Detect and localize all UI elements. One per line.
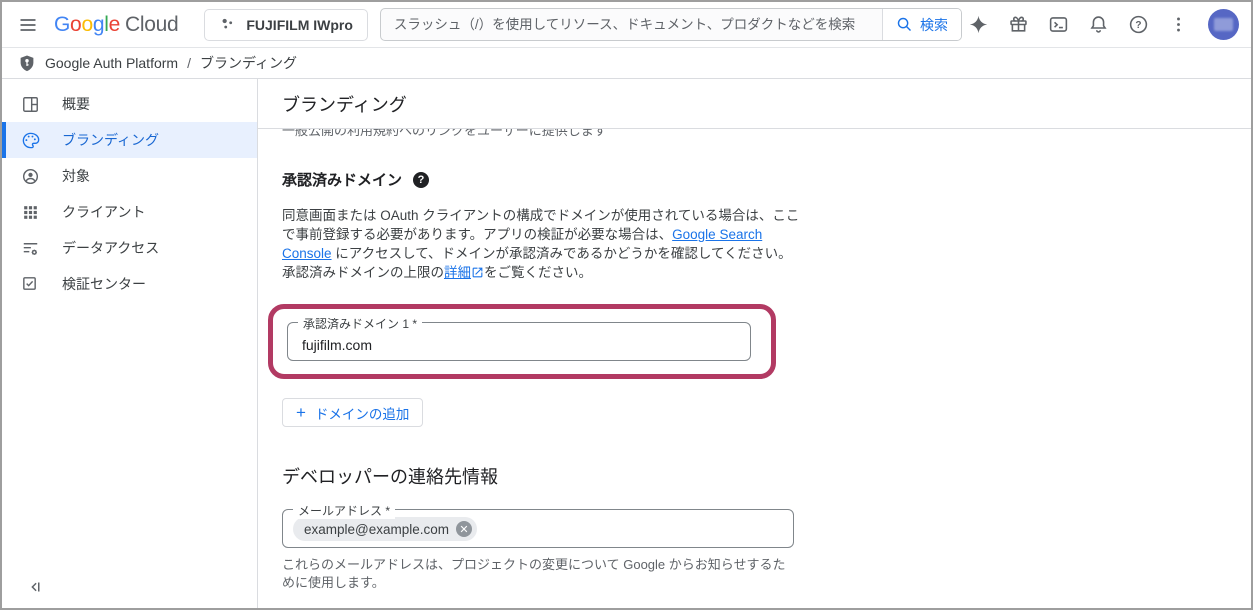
sidebar-item-overview[interactable]: 概要: [2, 86, 257, 122]
email-field-label: メールアドレス *: [293, 502, 395, 519]
description-text: をご覧ください。: [484, 265, 592, 280]
sidebar-item-clients[interactable]: クライアント: [2, 194, 257, 230]
sidebar-item-label: 対象: [62, 166, 90, 186]
gift-icon[interactable]: [1002, 9, 1034, 41]
sidebar-item-label: ブランディング: [62, 130, 159, 150]
person-icon: [21, 167, 40, 186]
authorized-domain-field-label: 承認済みドメイン 1 *: [298, 315, 422, 332]
search-button[interactable]: 検索: [882, 9, 961, 40]
search-input[interactable]: [381, 9, 882, 40]
add-domain-button-label: ドメインの追加: [315, 403, 410, 423]
google-cloud-console-window: Google Cloud FUJIFILM IWpro 検索: [0, 0, 1253, 610]
main-content: ブランディング 一般公開の利用規約へのリンクをユーザーに提供します 承認済みドメ…: [258, 79, 1251, 608]
apps-grid-icon: [21, 203, 40, 222]
topbar-actions: ?: [962, 9, 1239, 41]
project-selector-label: FUJIFILM IWpro: [246, 17, 353, 33]
plus-icon: +: [296, 404, 306, 421]
logo-cloud-word: Cloud: [125, 13, 178, 37]
authorized-domain-field: 承認済みドメイン 1 *: [287, 322, 751, 361]
global-search: 検索: [380, 8, 962, 41]
gemini-spark-icon[interactable]: [962, 9, 994, 41]
help-tooltip-icon[interactable]: ?: [413, 172, 429, 188]
developer-contact-heading: デベロッパーの連絡先情報: [282, 463, 1227, 489]
collapse-sidebar-icon[interactable]: [26, 578, 46, 598]
page-header: ブランディング: [258, 79, 1251, 129]
google-cloud-logo[interactable]: Google Cloud: [54, 13, 178, 37]
help-icon[interactable]: ?: [1122, 9, 1154, 41]
email-address-field[interactable]: メールアドレス * example@example.com ✕: [282, 509, 794, 548]
clipped-scrolled-text: 一般公開の利用規約へのリンクをユーザーに提供します: [282, 129, 1227, 139]
sidebar-item-verification-center[interactable]: 検証センター: [2, 266, 257, 302]
sidebar-item-audience[interactable]: 対象: [2, 158, 257, 194]
breadcrumb: Google Auth Platform / ブランディング: [2, 48, 1251, 79]
authorized-domains-heading-row: 承認済みドメイン ?: [282, 169, 1227, 190]
email-chip-value: example@example.com: [304, 522, 449, 537]
email-chip: example@example.com ✕: [293, 517, 477, 541]
scroll-content[interactable]: 一般公開の利用規約へのリンクをユーザーに提供します 承認済みドメイン ? 同意画…: [258, 129, 1251, 608]
add-domain-button[interactable]: + ドメインの追加: [282, 398, 423, 427]
authorized-domains-heading: 承認済みドメイン: [282, 169, 402, 190]
top-app-bar: Google Cloud FUJIFILM IWpro 検索: [2, 2, 1251, 48]
details-link[interactable]: 詳細: [444, 265, 471, 280]
sidebar-item-branding[interactable]: ブランディング: [2, 122, 257, 158]
search-button-label: 検索: [920, 15, 948, 35]
sidebar-item-label: 概要: [62, 94, 90, 114]
cloud-shell-icon[interactable]: [1042, 9, 1074, 41]
page-title: ブランディング: [282, 91, 407, 117]
project-icon: [219, 16, 236, 33]
sidebar-item-label: データアクセス: [62, 238, 159, 258]
sidebar-item-data-access[interactable]: データアクセス: [2, 230, 257, 266]
avatar[interactable]: [1208, 9, 1239, 40]
sidebar-item-label: クライアント: [62, 202, 145, 222]
highlight-annotation-box: 承認済みドメイン 1 *: [268, 304, 776, 379]
notifications-bell-icon[interactable]: [1082, 9, 1114, 41]
data-access-gear-icon: [21, 239, 40, 258]
search-icon: [896, 16, 913, 33]
authorized-domains-description: 同意画面または OAuth クライアントの構成でドメインが使用されている場合は、…: [282, 206, 804, 282]
logo-google-word: Google: [54, 13, 120, 37]
sidebar-nav: 概要 ブランディング 対象 クライアント: [2, 79, 258, 608]
chip-remove-icon[interactable]: ✕: [456, 521, 472, 537]
breadcrumb-separator: /: [187, 55, 191, 71]
more-vert-icon[interactable]: [1162, 9, 1194, 41]
open-in-new-icon[interactable]: [471, 266, 484, 279]
overview-icon: [21, 95, 40, 114]
sidebar-item-label: 検証センター: [62, 274, 146, 294]
project-selector[interactable]: FUJIFILM IWpro: [204, 9, 368, 41]
svg-text:?: ?: [1135, 20, 1141, 31]
auth-shield-key-icon: [18, 54, 36, 72]
breadcrumb-current: ブランディング: [200, 53, 297, 73]
checkbox-icon: [21, 275, 40, 294]
breadcrumb-root[interactable]: Google Auth Platform: [45, 55, 178, 71]
hamburger-menu-icon[interactable]: [12, 9, 44, 41]
palette-icon: [21, 131, 40, 150]
email-helper-text: これらのメールアドレスは、プロジェクトの変更について Google からお知らせ…: [282, 556, 790, 591]
